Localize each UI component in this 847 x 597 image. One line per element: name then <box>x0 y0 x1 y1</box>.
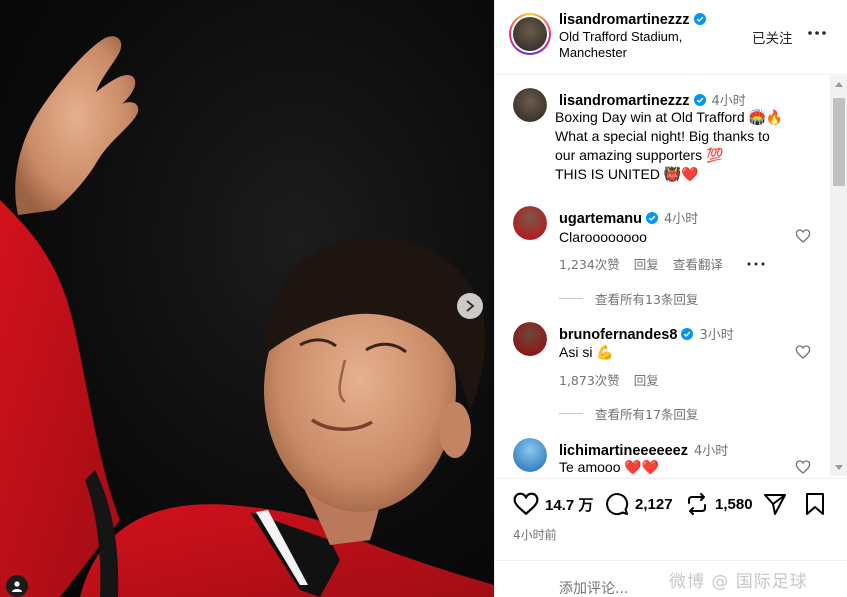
scroll-up-icon[interactable] <box>834 80 844 88</box>
post-side-panel: lisandromartinezzz Old Trafford Stadium,… <box>494 0 847 597</box>
comment-username[interactable]: lichimartineeeeeez <box>559 443 688 459</box>
repost-button[interactable]: 1,580 <box>685 492 753 516</box>
heart-icon <box>513 492 539 516</box>
current-user-avatar <box>513 569 543 597</box>
caption-time: 4小时 <box>711 94 746 109</box>
location-line-1[interactable]: Old Trafford Stadium, <box>559 29 682 45</box>
comment-input[interactable]: 添加评论... <box>559 578 628 597</box>
author-avatar[interactable] <box>509 13 551 55</box>
post-photo <box>0 0 494 597</box>
comment-text: Asi si 💪 <box>559 344 614 360</box>
post-header: lisandromartinezzz Old Trafford Stadium,… <box>495 0 847 75</box>
caption-username[interactable]: lisandromartinezzz <box>559 93 690 109</box>
more-options-button[interactable] <box>806 24 828 42</box>
posted-time: 4小时前 <box>513 528 557 542</box>
heart-icon[interactable] <box>795 228 811 244</box>
tag-user-icon <box>12 581 22 592</box>
following-button[interactable]: 已关注 <box>752 27 793 47</box>
heart-icon[interactable] <box>795 344 811 360</box>
bookmark-icon <box>806 493 824 515</box>
add-comment-bar: 添加评论... 微博 @ 国际足球 <box>495 560 847 597</box>
comment-button[interactable]: 2,127 <box>605 492 673 516</box>
comment-likes[interactable]: 1,873次赞 <box>559 370 620 389</box>
comment-avatar[interactable] <box>513 322 547 356</box>
comment-time: 4小时 <box>693 444 729 459</box>
next-arrow-icon <box>466 300 475 312</box>
comment-username[interactable]: brunofernandes8 <box>559 327 677 343</box>
comment-icon <box>606 493 629 516</box>
heart-icon[interactable] <box>795 459 811 475</box>
scroll-down-icon[interactable] <box>834 464 844 472</box>
verified-icon <box>693 13 706 25</box>
comment-text: Te amooo ❤️❤️ <box>559 459 660 475</box>
comment-username[interactable]: ugartemanu <box>559 211 642 227</box>
author-username[interactable]: lisandromartinezzz <box>559 12 690 28</box>
comment-time: 4小时 <box>664 212 699 227</box>
watermark: 微博 @ 国际足球 <box>669 572 808 592</box>
caption-header: lisandromartinezzz 4小时 <box>559 90 746 109</box>
translate-button[interactable]: 查看翻译 <box>673 254 723 273</box>
like-button[interactable]: 14.7 万 <box>513 492 593 516</box>
comment-time: 3小时 <box>699 328 734 343</box>
comments-section: lisandromartinezzz 4小时 Boxing Day win at … <box>495 76 830 476</box>
comment-avatar[interactable] <box>513 438 547 472</box>
share-icon <box>764 494 786 515</box>
comment-likes[interactable]: 1,234次赞 <box>559 254 620 273</box>
post-actions: 14.7 万 2,127 1,580 4小时前 <box>495 478 847 558</box>
verified-icon <box>681 328 694 340</box>
comment-count: 2,127 <box>635 495 673 513</box>
location-line-2[interactable]: Manchester <box>559 45 627 61</box>
caption-line: Boxing Day win at Old Trafford 🏟️🔥 <box>555 109 784 125</box>
view-replies-button[interactable]: 查看所有13条回复 <box>559 289 698 308</box>
scrollbar-thumb[interactable] <box>833 98 845 186</box>
reply-button[interactable]: 回复 <box>634 370 659 389</box>
verified-icon <box>646 212 658 224</box>
view-replies-button[interactable]: 查看所有17条回复 <box>559 404 698 423</box>
reply-button[interactable]: 回复 <box>634 254 659 273</box>
caption-line: our amazing supporters 💯 <box>555 147 724 163</box>
view-replies-label: 查看所有17条回复 <box>595 407 699 422</box>
view-replies-label: 查看所有13条回复 <box>595 292 699 307</box>
next-photo-button[interactable] <box>457 293 483 319</box>
more-icon[interactable] <box>747 262 765 266</box>
player-photo <box>0 36 494 597</box>
like-count: 14.7 万 <box>545 496 594 514</box>
caption-text: Boxing Day win at Old Trafford 🏟️🔥 What … <box>555 108 825 184</box>
comment-text: Claroooooooo <box>559 229 647 245</box>
verified-icon <box>693 94 706 106</box>
save-button[interactable] <box>805 492 825 516</box>
comment-avatar[interactable] <box>513 206 547 240</box>
repost-icon <box>688 493 706 515</box>
caption-line: What a special night! Big thanks to <box>555 128 770 144</box>
share-button[interactable] <box>763 492 787 516</box>
repost-count: 1,580 <box>715 495 753 513</box>
caption-avatar[interactable] <box>513 88 547 122</box>
caption-line: THIS IS UNITED 👹❤️ <box>555 166 699 182</box>
tagged-users-button[interactable] <box>6 575 28 597</box>
more-icon <box>808 31 826 35</box>
comments-scrollbar[interactable] <box>830 76 847 476</box>
